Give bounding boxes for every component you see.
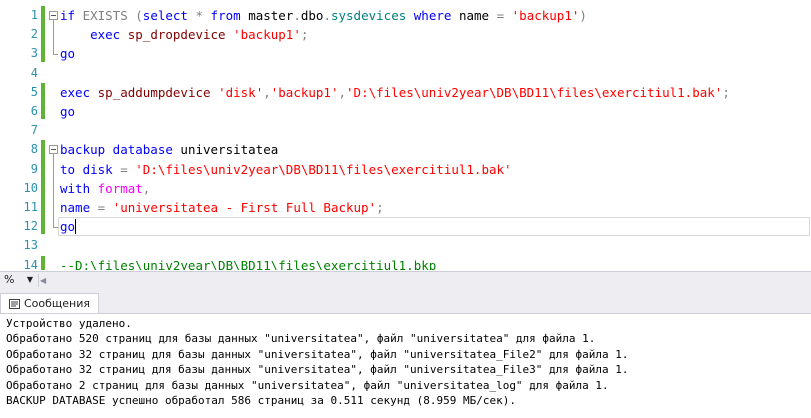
line-number: 14	[23, 257, 38, 270]
message-line: Обработано 32 страниц для базы данных "u…	[6, 363, 629, 377]
code-line: name = 'universitatea - First Full Backu…	[60, 200, 384, 215]
line-number: 5	[30, 84, 38, 99]
message-line: Обработано 520 страниц для базы данных "…	[6, 332, 596, 346]
line-number: 7	[30, 123, 38, 138]
fold-guide-end	[53, 54, 58, 56]
collapse-icon[interactable]	[49, 11, 58, 20]
code-line: go	[60, 104, 76, 119]
change-bar	[41, 82, 45, 120]
change-bar	[41, 255, 45, 270]
code-line: if EXISTS (select * from master.dbo.sysd…	[60, 8, 587, 23]
zoom-bar: % ▼ ◀	[0, 271, 811, 289]
line-number: 4	[30, 65, 38, 80]
current-line-highlight	[58, 217, 810, 237]
change-bar	[41, 6, 45, 62]
message-line: BACKUP DATABASE успешно обработал 586 ст…	[6, 394, 516, 407]
results-tab-strip: Сообщения	[0, 289, 811, 313]
collapse-icon[interactable]	[49, 145, 58, 155]
chevron-down-icon[interactable]: ▼	[24, 274, 36, 286]
line-number: 12	[23, 219, 38, 234]
code-line: to disk = 'D:\files\univ2year\DB\BD11\fi…	[60, 161, 512, 177]
code-line: go	[60, 219, 76, 235]
sql-editor[interactable]: 123456789101112131415 if EXISTS (select …	[0, 0, 811, 270]
code-line: with format,	[60, 180, 151, 196]
message-line: Устройство удалено.	[6, 317, 132, 330]
line-number: 1	[30, 8, 38, 22]
message-line: Обработано 32 страниц для базы данных "u…	[6, 347, 629, 361]
code-line: backup database universitatea	[60, 142, 279, 158]
code-line: go	[60, 46, 76, 62]
chevron-left-icon[interactable]: ◀	[40, 275, 50, 287]
line-number: 13	[23, 238, 38, 253]
tab-messages[interactable]: Сообщения	[0, 293, 100, 313]
zoom-divider	[38, 274, 39, 287]
messages-icon	[9, 298, 20, 309]
message-line: Обработано 2 страниц для базы данных "un…	[6, 378, 609, 392]
line-number: 8	[30, 142, 38, 157]
messages-pane[interactable]: Устройство удалено. Обработано 520 страни…	[0, 313, 811, 418]
zoom-level[interactable]: %	[4, 273, 14, 286]
code-line: exec sp_addumpdevice 'disk','backup1','D…	[60, 84, 730, 100]
text-caret	[75, 219, 77, 235]
fold-guide	[53, 20, 54, 55]
fold-guide	[53, 154, 54, 228]
code-line: --D:\files\univ2year\DB\BD11\files\exerc…	[60, 257, 437, 270]
code-line: exec sp_dropdevice 'backup1';	[90, 27, 309, 43]
line-number: 9	[30, 161, 38, 176]
line-number: 2	[30, 27, 38, 42]
line-number: 3	[30, 46, 38, 61]
line-number: 6	[30, 104, 38, 118]
tab-messages-label: Сообщения	[24, 297, 91, 310]
line-number: 11	[23, 200, 38, 214]
line-number: 10	[23, 180, 38, 195]
change-bar	[41, 140, 45, 235]
